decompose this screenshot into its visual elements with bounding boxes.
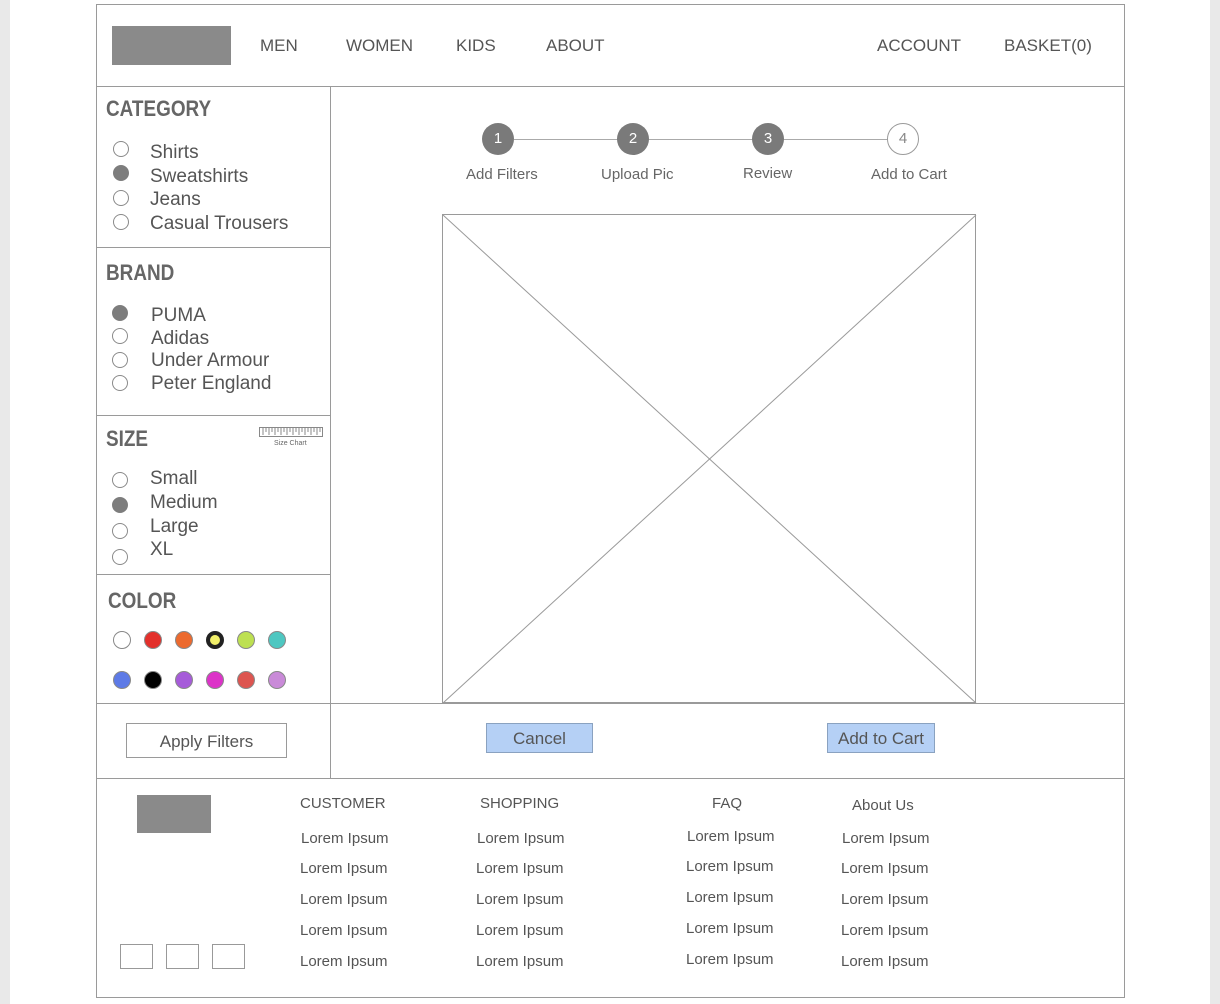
- footer-link[interactable]: Lorem Ipsum: [300, 922, 388, 939]
- step-4-circle: 4: [887, 123, 919, 155]
- footer-link[interactable]: Lorem Ipsum: [686, 920, 774, 937]
- footer-link[interactable]: Lorem Ipsum: [841, 860, 929, 877]
- footer-link[interactable]: Lorem Ipsum: [300, 891, 388, 908]
- nav-kids[interactable]: KIDS: [456, 36, 496, 56]
- size-radio-small[interactable]: [112, 472, 128, 488]
- cancel-button[interactable]: Cancel: [486, 723, 593, 753]
- color-swatch-10[interactable]: [206, 671, 224, 689]
- footer-link[interactable]: Lorem Ipsum: [686, 858, 774, 875]
- header-divider: [96, 86, 1125, 87]
- brand-radio-puma[interactable]: [112, 305, 128, 321]
- category-radio-sweatshirts[interactable]: [113, 165, 129, 181]
- footer-link[interactable]: Lorem Ipsum: [301, 830, 389, 847]
- size-chart-link[interactable]: Size Chart: [259, 427, 323, 449]
- add-to-cart-button[interactable]: Add to Cart: [827, 723, 935, 753]
- sidebar-divider: [330, 86, 331, 778]
- footer-link[interactable]: Lorem Ipsum: [841, 922, 929, 939]
- size-label-small[interactable]: Small: [150, 468, 198, 490]
- color-swatch-7[interactable]: [113, 671, 131, 689]
- size-radio-large[interactable]: [112, 523, 128, 539]
- category-title: CATEGORY: [106, 96, 212, 121]
- brand-label-adidas[interactable]: Adidas: [151, 328, 209, 350]
- size-title: SIZE: [106, 426, 149, 451]
- step-3-label: Review: [743, 165, 793, 182]
- apply-filters-button[interactable]: Apply Filters: [126, 723, 287, 758]
- step-1-circle: 1: [482, 123, 514, 155]
- footer-link[interactable]: Lorem Ipsum: [842, 830, 930, 847]
- color-swatch-4[interactable]: [206, 631, 224, 649]
- color-swatch-8[interactable]: [144, 671, 162, 689]
- footer-link[interactable]: Lorem Ipsum: [477, 830, 565, 847]
- size-divider: [96, 574, 330, 575]
- footer-link[interactable]: Lorem Ipsum: [476, 953, 564, 970]
- step-1-label: Add Filters: [466, 166, 538, 183]
- step-3-circle: 3: [752, 123, 784, 155]
- social-link-1[interactable]: [120, 944, 153, 969]
- footer-link[interactable]: Lorem Ipsum: [841, 953, 929, 970]
- step-4-label: Add to Cart: [871, 166, 947, 183]
- color-swatch-11[interactable]: [237, 671, 255, 689]
- size-radio-xl[interactable]: [112, 549, 128, 565]
- nav-men[interactable]: MEN: [260, 36, 298, 56]
- color-swatch-3[interactable]: [175, 631, 193, 649]
- footer-heading-customer: CUSTOMER: [300, 795, 386, 812]
- social-link-3[interactable]: [212, 944, 245, 969]
- footer-link[interactable]: Lorem Ipsum: [686, 951, 774, 968]
- footer-divider: [96, 778, 1125, 779]
- brand-divider: [96, 415, 330, 416]
- footer-link[interactable]: Lorem Ipsum: [300, 860, 388, 877]
- stepper-line: [514, 139, 888, 140]
- social-link-2[interactable]: [166, 944, 199, 969]
- footer-heading-shopping: SHOPPING: [480, 795, 560, 812]
- nav-basket[interactable]: BASKET(0): [1004, 36, 1092, 56]
- size-radio-medium[interactable]: [112, 497, 128, 513]
- category-label-casual-trousers[interactable]: Casual Trousers: [150, 213, 288, 235]
- nav-account[interactable]: ACCOUNT: [877, 36, 961, 56]
- step-2-label: Upload Pic: [601, 166, 674, 183]
- color-title: COLOR: [108, 588, 177, 613]
- footer-link[interactable]: Lorem Ipsum: [476, 891, 564, 908]
- site-logo[interactable]: [112, 26, 231, 65]
- category-label-sweatshirts[interactable]: Sweatshirts: [150, 166, 248, 188]
- footer-heading-faq: FAQ: [712, 795, 743, 812]
- category-radio-jeans[interactable]: [113, 190, 129, 206]
- category-radio-casual-trousers[interactable]: [113, 214, 129, 230]
- color-swatch-1[interactable]: [113, 631, 131, 649]
- brand-label-peter-england[interactable]: Peter England: [151, 373, 271, 395]
- color-swatch-9[interactable]: [175, 671, 193, 689]
- footer-link[interactable]: Lorem Ipsum: [686, 889, 774, 906]
- footer-heading-about-us: About Us: [852, 797, 914, 814]
- category-radio-shirts[interactable]: [113, 141, 129, 157]
- footer-link[interactable]: Lorem Ipsum: [476, 922, 564, 939]
- brand-radio-peter-england[interactable]: [112, 375, 128, 391]
- color-swatch-12[interactable]: [268, 671, 286, 689]
- category-label-jeans[interactable]: Jeans: [150, 189, 201, 211]
- step-2-circle: 2: [617, 123, 649, 155]
- ruler-icon: [259, 427, 323, 437]
- color-swatch-6[interactable]: [268, 631, 286, 649]
- footer-logo[interactable]: [137, 795, 211, 833]
- size-label-xl[interactable]: XL: [150, 539, 173, 561]
- brand-label-puma[interactable]: PUMA: [151, 305, 206, 327]
- category-label-shirts[interactable]: Shirts: [150, 142, 199, 164]
- footer-link[interactable]: Lorem Ipsum: [300, 953, 388, 970]
- nav-about[interactable]: ABOUT: [546, 36, 605, 56]
- color-swatch-2[interactable]: [144, 631, 162, 649]
- product-image-placeholder: [442, 214, 977, 704]
- brand-radio-under-armour[interactable]: [112, 352, 128, 368]
- footer-link[interactable]: Lorem Ipsum: [841, 891, 929, 908]
- brand-label-under-armour[interactable]: Under Armour: [151, 350, 269, 372]
- size-label-large[interactable]: Large: [150, 516, 199, 538]
- color-swatch-5[interactable]: [237, 631, 255, 649]
- footer-link[interactable]: Lorem Ipsum: [687, 828, 775, 845]
- brand-radio-adidas[interactable]: [112, 328, 128, 344]
- size-label-medium[interactable]: Medium: [150, 492, 218, 514]
- footer-link[interactable]: Lorem Ipsum: [476, 860, 564, 877]
- brand-title: BRAND: [106, 260, 175, 285]
- nav-women[interactable]: WOMEN: [346, 36, 413, 56]
- size-chart-label: Size Chart: [274, 440, 307, 447]
- category-divider: [96, 247, 330, 248]
